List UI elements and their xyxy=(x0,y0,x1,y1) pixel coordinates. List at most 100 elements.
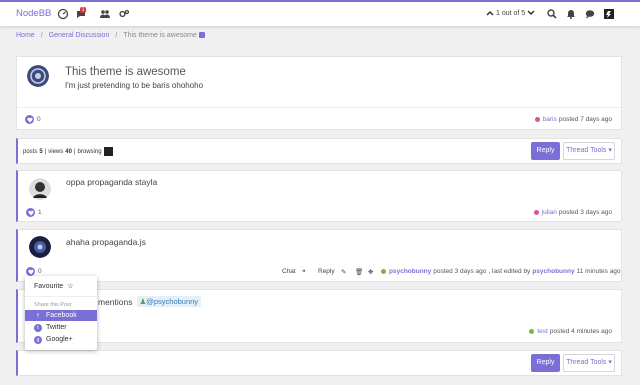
navbar: NodeBB 1 1 out of 5 xyxy=(0,0,640,26)
rss-icon[interactable] xyxy=(198,32,205,39)
chevron-down-icon[interactable] xyxy=(527,9,535,17)
breadcrumb: Home / General Discussion / This theme i… xyxy=(16,32,205,39)
vote-number: 1 xyxy=(38,209,42,216)
heart-icon[interactable] xyxy=(25,115,34,124)
search-icon[interactable] xyxy=(546,8,558,20)
share-facebook[interactable]: f Facebook xyxy=(25,310,97,321)
google-plus-icon: g xyxy=(34,335,42,344)
topic-stats: posts 5 | views 40 | browsing xyxy=(23,147,113,156)
post-meta: baris posted 7 days ago xyxy=(534,116,612,123)
edit-icon[interactable]: ✎ xyxy=(341,268,346,276)
status-dot xyxy=(529,329,535,334)
edited-time: 11 minutes ago xyxy=(576,268,621,275)
breadcrumb-category[interactable]: General Discussion xyxy=(49,32,110,39)
heart-icon[interactable] xyxy=(26,208,35,217)
editor-name[interactable]: psychobunny xyxy=(532,268,574,275)
breadcrumb-separator: / xyxy=(115,32,118,39)
views-label: views xyxy=(48,148,64,155)
users-icon[interactable] xyxy=(99,8,111,20)
facebook-icon: f xyxy=(34,311,42,320)
post-content: mentions ♟@psychobunny xyxy=(98,296,202,307)
vote-number: 0 xyxy=(38,268,42,275)
stats-separator: | xyxy=(44,148,47,155)
share-twitter[interactable]: t Twitter xyxy=(25,322,97,333)
reply-button[interactable]: Reply xyxy=(531,142,560,160)
user-menu-icon[interactable] xyxy=(603,8,615,20)
post-author[interactable]: psychobunny xyxy=(389,268,431,275)
edited-label: , last edited by xyxy=(488,268,531,275)
vote-number: 0 xyxy=(37,116,41,123)
chat-button[interactable]: Chat xyxy=(282,268,296,275)
status-dot xyxy=(381,269,386,274)
thread-tools-label: Thread Tools xyxy=(566,359,607,366)
breadcrumb-topic: This theme is awesome xyxy=(123,32,197,39)
delete-icon[interactable]: 🗑 xyxy=(355,268,363,276)
mention-text: @psychobunny xyxy=(146,297,199,306)
thread-tools-button-bottom[interactable]: Thread Tools ▾ xyxy=(563,354,615,372)
post-tools-dropdown: Favourite ☆ Share this Post f Facebook t Tw… xyxy=(25,276,97,350)
avatar[interactable] xyxy=(27,65,49,87)
share-section-label: Share this Post xyxy=(34,302,72,308)
status-dot xyxy=(534,117,540,122)
share-google[interactable]: g Google+ xyxy=(25,334,97,345)
post-time: posted 4 minutes ago xyxy=(549,328,612,335)
post-meta: test posted 4 minutes ago xyxy=(529,328,612,335)
post-author[interactable]: baris xyxy=(543,116,557,123)
favourite-item[interactable]: Favourite ☆ xyxy=(25,280,97,292)
reply-post-button[interactable]: Reply xyxy=(318,268,335,275)
settings-icon[interactable] xyxy=(118,8,130,20)
vote-count[interactable]: 0 xyxy=(26,267,42,276)
topic-pager[interactable]: 1 out of 5 xyxy=(486,9,535,17)
post-author[interactable]: julian xyxy=(542,209,557,216)
avatar[interactable] xyxy=(29,178,51,200)
pager-label: 1 out of 5 xyxy=(496,9,526,17)
browsing-label: browsing xyxy=(77,148,102,155)
main-post: This theme is awesome I'm just pretendin… xyxy=(16,56,622,130)
heart-icon[interactable] xyxy=(26,267,35,276)
thread-tools-label: Thread Tools xyxy=(566,147,607,154)
post-author[interactable]: test xyxy=(537,328,547,335)
breadcrumb-current: This theme is awesome xyxy=(123,32,205,39)
notification-count-badge: 1 xyxy=(80,7,86,13)
dashboard-icon[interactable] xyxy=(57,8,69,20)
bell-icon[interactable] xyxy=(565,8,577,20)
post-content: ahaha propaganda.js xyxy=(66,237,146,247)
stats-separator: | xyxy=(73,148,76,155)
status-dot xyxy=(533,210,539,215)
star-icon: ☆ xyxy=(67,283,74,290)
views-count: 40 xyxy=(65,148,72,155)
share-label: Facebook xyxy=(46,312,77,319)
breadcrumb-separator: / xyxy=(40,32,43,39)
post-time: posted 7 days ago xyxy=(558,116,612,123)
post-time: posted 3 days ago xyxy=(558,209,612,216)
brand-logo[interactable]: NodeBB xyxy=(16,8,51,19)
share-label: Google+ xyxy=(46,336,73,343)
chevron-up-icon[interactable] xyxy=(486,9,494,17)
topic-title: This theme is awesome xyxy=(65,66,186,78)
move-icon[interactable]: ✥ xyxy=(368,268,373,276)
post-meta: julian posted 3 days ago xyxy=(533,209,612,216)
thread-tools-button[interactable]: Thread Tools ▾ xyxy=(563,142,615,160)
divider xyxy=(17,107,621,108)
share-label: Twitter xyxy=(46,324,67,331)
post-text: mentions xyxy=(98,296,133,307)
posts-count: 5 xyxy=(39,148,43,155)
divider xyxy=(25,296,97,297)
avatar[interactable] xyxy=(29,236,51,258)
post-meta: psychobunny posted 3 days ago , last edi… xyxy=(381,268,621,275)
vote-count[interactable]: 0 xyxy=(25,115,41,124)
reply-button-bottom[interactable]: Reply xyxy=(531,354,560,372)
chat-icon[interactable] xyxy=(584,8,596,20)
post-content: I'm just pretending to be baris ohohoho xyxy=(65,81,204,90)
favourite-label: Favourite xyxy=(34,282,64,290)
post-time: posted 3 days ago xyxy=(433,268,487,275)
post-card: oppa propaganda stayla 1 julian posted 3… xyxy=(16,170,622,222)
browsing-user-avatar[interactable] xyxy=(103,147,113,156)
mention-tag[interactable]: ♟@psychobunny xyxy=(136,296,202,307)
twitter-icon: t xyxy=(34,323,42,332)
post-content: oppa propaganda stayla xyxy=(66,177,158,187)
posts-label: posts xyxy=(23,148,38,155)
breadcrumb-home[interactable]: Home xyxy=(16,32,35,39)
vote-count[interactable]: 1 xyxy=(26,208,42,217)
quote-icon[interactable]: ❝ xyxy=(302,268,306,276)
